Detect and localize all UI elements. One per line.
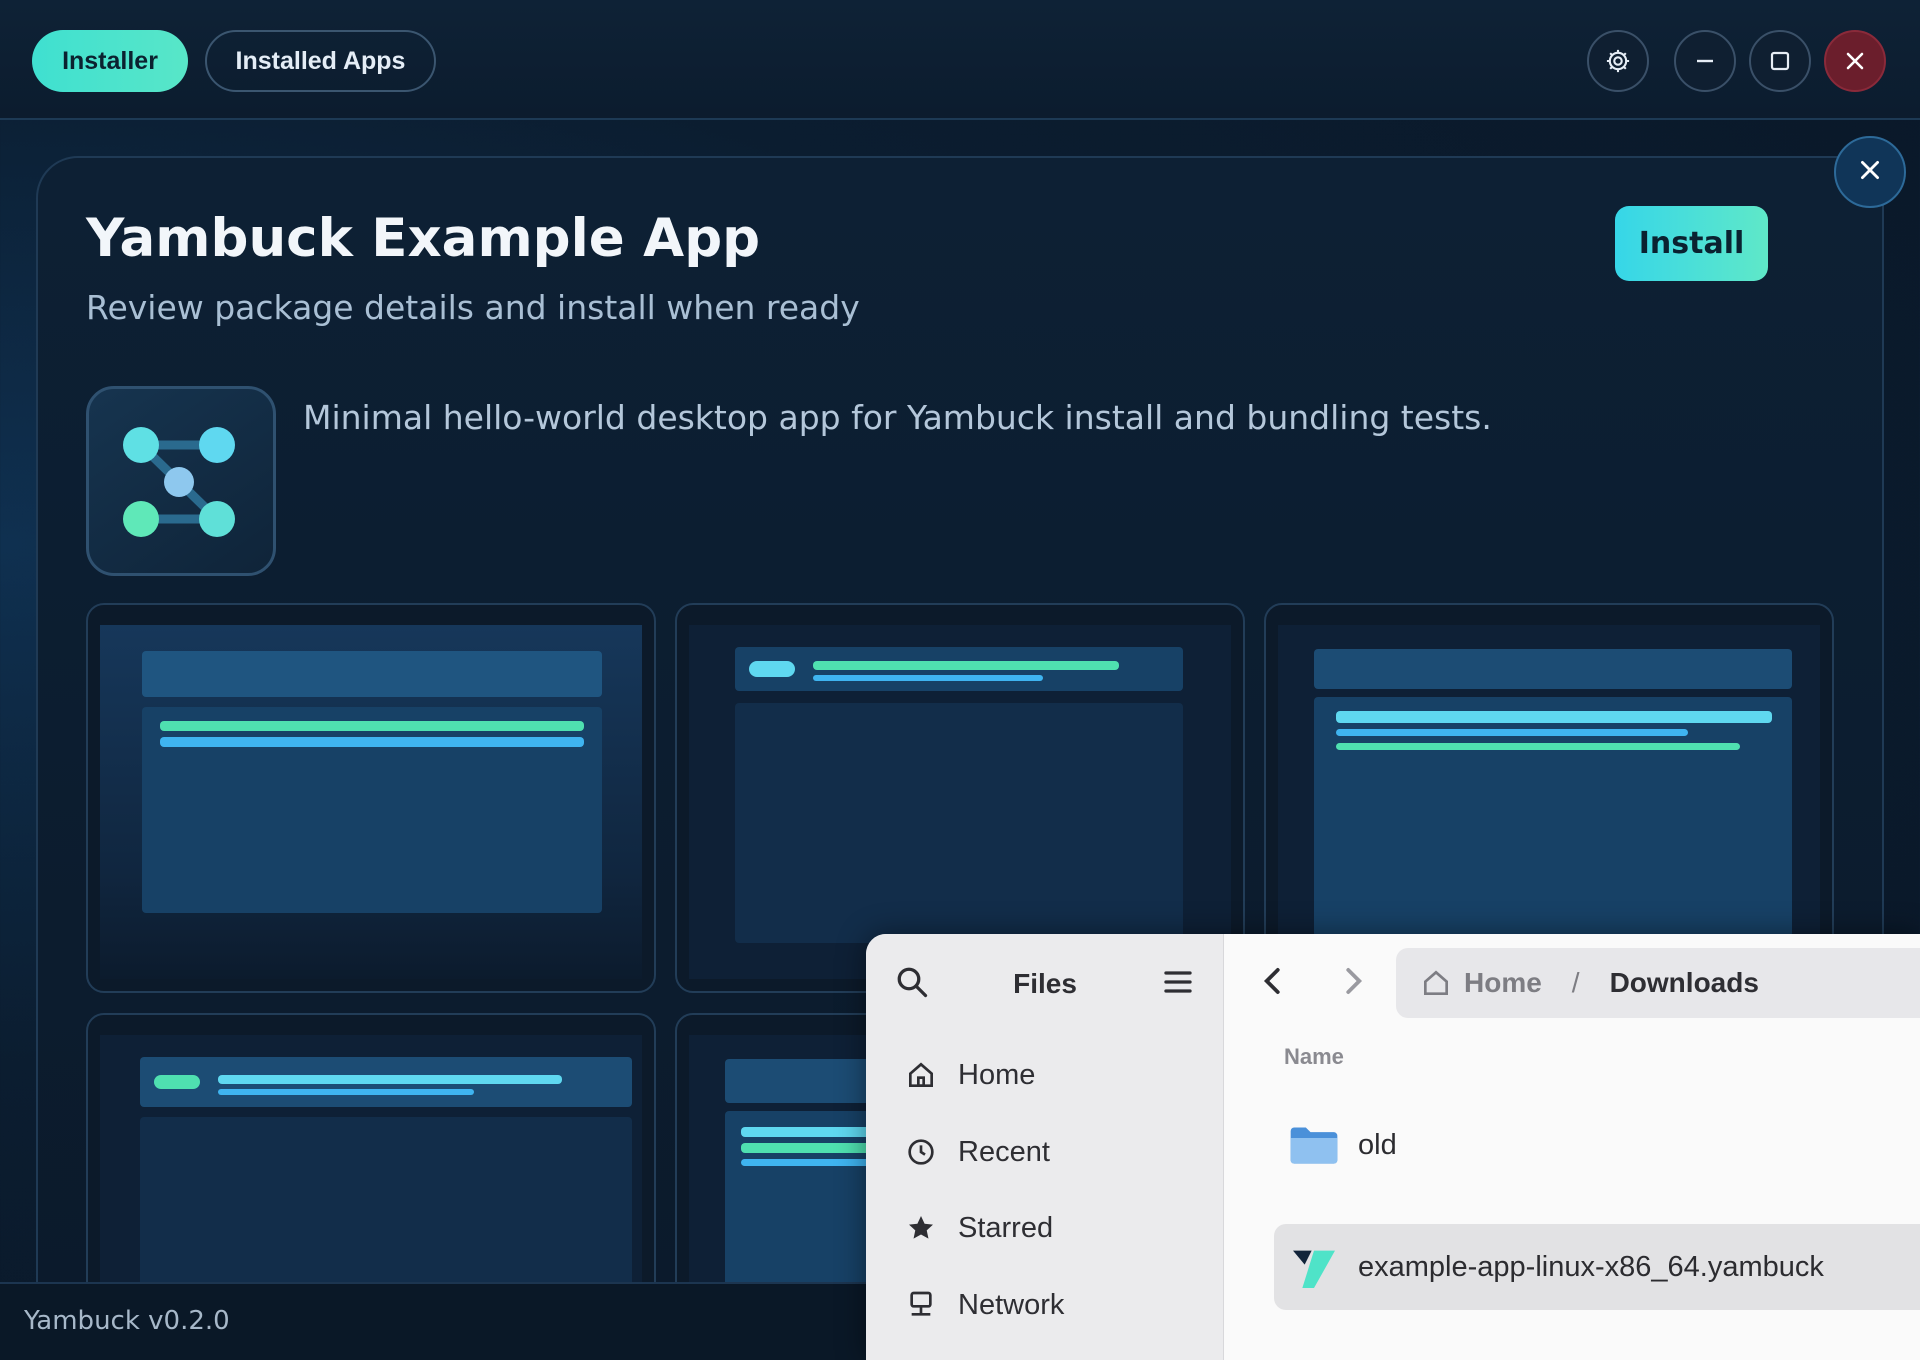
sidebar-item-home[interactable]: Home xyxy=(904,1050,1035,1100)
sidebar-item-recent[interactable]: Recent xyxy=(904,1127,1050,1177)
tab-installer[interactable]: Installer xyxy=(32,30,188,92)
home-icon xyxy=(904,1058,938,1092)
close-panel-button[interactable] xyxy=(1834,136,1906,208)
breadcrumb-home[interactable]: Home xyxy=(1464,967,1542,999)
sidebar-item-starred[interactable]: Starred xyxy=(904,1203,1053,1253)
status-footer: Yambuck v0.2.0 xyxy=(0,1282,900,1360)
network-icon xyxy=(904,1288,938,1322)
clock-icon xyxy=(904,1135,938,1169)
close-icon xyxy=(1857,157,1883,187)
star-icon xyxy=(904,1211,938,1245)
file-name: example-app-linux-x86_64.yambuck xyxy=(1358,1250,1824,1283)
maximize-button[interactable] xyxy=(1749,30,1811,92)
close-window-button[interactable] xyxy=(1824,30,1886,92)
minimize-icon xyxy=(1693,49,1717,73)
settings-button[interactable] xyxy=(1587,30,1649,92)
home-icon[interactable] xyxy=(1420,967,1452,999)
install-button[interactable]: Install xyxy=(1615,206,1768,281)
close-icon xyxy=(1843,49,1867,73)
top-bar: Installer Installed Apps xyxy=(0,0,1920,120)
sidebar-item-label: Home xyxy=(958,1058,1036,1091)
sidebar-item-label: Recent xyxy=(958,1135,1050,1168)
sidebar-item-label: Starred xyxy=(958,1211,1054,1244)
version-label: Yambuck v0.2.0 xyxy=(24,1306,230,1336)
file-name: old xyxy=(1358,1128,1397,1161)
back-icon[interactable] xyxy=(1254,962,1292,1004)
sidebar-item-label: Network xyxy=(958,1288,1065,1321)
folder-icon xyxy=(1286,1117,1342,1173)
forward-icon[interactable] xyxy=(1334,962,1372,1004)
files-window: Files Home Recent Starred Network Home /… xyxy=(866,934,1920,1360)
gear-icon xyxy=(1604,47,1632,75)
file-row-folder[interactable]: old xyxy=(1286,1102,1886,1188)
tab-installed-apps[interactable]: Installed Apps xyxy=(205,30,436,92)
app-title: Yambuck Example App xyxy=(86,208,761,269)
app-subtitle: Review package details and install when … xyxy=(86,288,860,327)
path-bar: Home / Downloads xyxy=(1396,948,1920,1018)
breadcrumb-separator: / xyxy=(1571,967,1580,998)
sidebar-item-network[interactable]: Network xyxy=(904,1280,1064,1330)
breadcrumb-downloads[interactable]: Downloads xyxy=(1610,967,1759,999)
yambuck-file-icon xyxy=(1286,1239,1342,1295)
maximize-icon xyxy=(1768,49,1792,73)
column-header-name[interactable]: Name xyxy=(1284,1044,1344,1070)
minimize-button[interactable] xyxy=(1674,30,1736,92)
app-logo-icon xyxy=(86,386,276,576)
hamburger-menu-icon[interactable] xyxy=(1160,964,1196,1004)
app-description: Minimal hello-world desktop app for Yamb… xyxy=(303,398,1492,437)
files-sidebar: Files Home Recent Starred Network xyxy=(866,934,1224,1360)
screenshot-thumbnail[interactable] xyxy=(86,603,656,993)
file-row-selected[interactable]: example-app-linux-x86_64.yambuck xyxy=(1274,1224,1920,1310)
